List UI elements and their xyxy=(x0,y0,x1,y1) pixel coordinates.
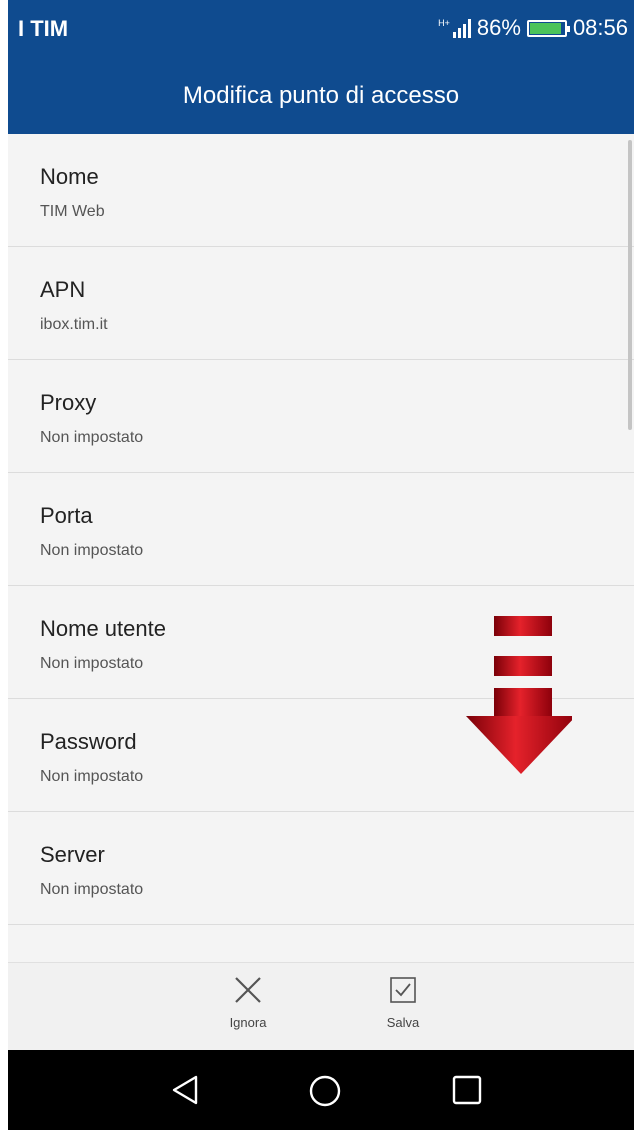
setting-row-porta[interactable]: Porta Non impostato xyxy=(8,473,634,586)
setting-row-apn[interactable]: APN ibox.tim.it xyxy=(8,247,634,360)
setting-row-proxy[interactable]: Proxy Non impostato xyxy=(8,360,634,473)
setting-label: Server xyxy=(40,842,105,867)
home-circle-icon[interactable] xyxy=(308,1074,342,1108)
setting-label: APN xyxy=(40,277,86,302)
signal-icon: H+ xyxy=(438,18,471,38)
status-bar: I TIM H+ 86% 08:56 xyxy=(8,0,634,58)
battery-percent: 86% xyxy=(476,15,521,40)
setting-label: Porta xyxy=(40,503,93,528)
bottom-action-bar: Ignora Salva xyxy=(8,962,634,1051)
setting-value: Non impostato xyxy=(40,768,144,785)
navigation-bar xyxy=(8,1050,634,1130)
setting-value: Non impostato xyxy=(40,542,144,559)
setting-value: TIM Web xyxy=(40,203,105,220)
scrollbar[interactable] xyxy=(628,140,632,430)
phone-screen: I TIM H+ 86% 08:56 Modifica punto di acc… xyxy=(8,0,634,1130)
setting-row-nome[interactable]: Nome TIM Web xyxy=(8,134,634,247)
setting-row-server[interactable]: Server Non impostato xyxy=(8,812,634,925)
setting-label: Proxy xyxy=(40,390,97,415)
discard-label: Ignora xyxy=(229,1015,267,1030)
setting-value: ibox.tim.it xyxy=(40,316,108,333)
setting-value: Non impostato xyxy=(40,429,144,446)
scroll-down-arrow-icon xyxy=(466,616,572,774)
save-button[interactable]: Salva xyxy=(363,975,443,1030)
carrier-name: I TIM xyxy=(18,16,69,41)
network-type: H+ xyxy=(438,18,450,28)
recents-square-icon[interactable] xyxy=(451,1074,483,1106)
status-indicators: H+ 86% 08:56 xyxy=(438,15,628,41)
battery-icon xyxy=(526,19,570,37)
page-title: Modifica punto di accesso xyxy=(182,82,460,109)
setting-value: Non impostato xyxy=(40,655,144,672)
checkbox-icon xyxy=(390,977,416,1003)
back-triangle-icon[interactable] xyxy=(170,1074,200,1106)
discard-button[interactable]: Ignora xyxy=(208,975,288,1030)
save-label: Salva xyxy=(386,1015,420,1030)
setting-value: Non impostato xyxy=(40,881,144,898)
setting-label: Nome xyxy=(40,164,99,189)
title-bar: Modifica punto di accesso xyxy=(8,58,634,134)
settings-list: Nome TIM Web APN ibox.tim.it Proxy Non i… xyxy=(8,134,634,962)
clock: 08:56 xyxy=(572,15,628,40)
close-icon xyxy=(235,977,261,1003)
setting-label: Password xyxy=(40,729,137,754)
setting-label: Nome utente xyxy=(40,616,166,641)
